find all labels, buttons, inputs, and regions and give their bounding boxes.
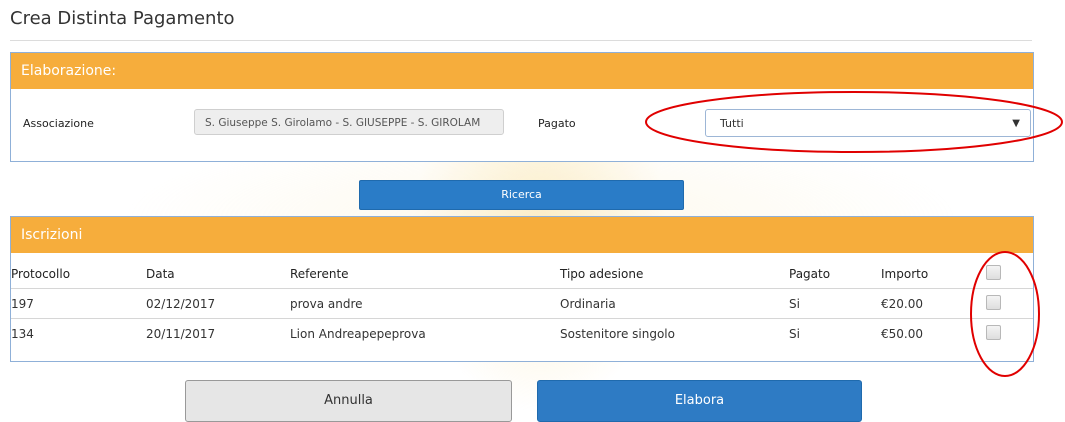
annotation-ellipse-checkboxes <box>970 251 1040 377</box>
annotation-ellipse-pagato <box>645 91 1063 153</box>
annotation-overlay <box>645 91 1063 377</box>
